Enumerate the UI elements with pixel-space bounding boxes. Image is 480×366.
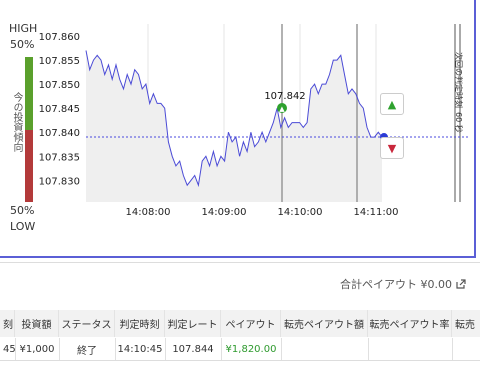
row-bottom-border xyxy=(0,360,480,361)
col-rate-header: 判定レート xyxy=(165,310,221,337)
y-tick-label: 107.855 xyxy=(39,56,80,67)
payout-summary: 合計ペイアウト ¥0.00 xyxy=(340,276,466,292)
col-resale-rate-header: 転売ペイアウト率 xyxy=(368,310,452,337)
entry-marker-arrow: ▲ xyxy=(279,105,285,113)
down-triangle-icon: ▼ xyxy=(387,141,397,155)
col-amount-header: 投資額 xyxy=(15,310,59,337)
x-tick-label: 14:08:00 xyxy=(126,207,171,218)
y-tick-label: 107.840 xyxy=(39,128,80,139)
y-tick-label: 107.845 xyxy=(39,104,80,115)
trade-table-header: 刻 投資額 ステータス 判定時刻 判定レート ペイアウト 転売ペイアウト額 転売… xyxy=(0,310,480,337)
col-time-header: 刻 xyxy=(0,310,15,337)
row-time: 45 xyxy=(3,343,16,355)
x-tick-label: 14:09:00 xyxy=(202,207,247,218)
low-trade-button[interactable]: ▼ xyxy=(380,137,404,159)
row-resale-amount xyxy=(281,338,368,360)
y-tick-label: 107.860 xyxy=(39,32,80,43)
col-expiry-header: 判定時刻 xyxy=(115,310,165,337)
y-tick-label: 107.835 xyxy=(39,152,80,163)
total-payout-text: 合計ペイアウト ¥0.00 xyxy=(340,278,452,291)
col-status-header: ステータス xyxy=(59,310,115,337)
y-tick-label: 107.830 xyxy=(39,176,80,187)
y-tick-label: 107.850 xyxy=(39,80,80,91)
price-chart: 107.860 107.855 107.850 107.845 107.840 107.8… xyxy=(39,24,470,218)
table-row[interactable]: 45 ¥1,000 終了 14:10:45 107.844 ¥1,820.00 xyxy=(0,338,480,360)
x-tick-label: 14:11:00 xyxy=(354,207,399,218)
col-resale-header: 転売 xyxy=(455,320,475,331)
col-resale-amount-header: 転売ペイアウト額 xyxy=(281,310,368,337)
row-payout: ¥1,820.00 xyxy=(225,343,277,355)
row-rate: 107.844 xyxy=(172,343,214,355)
high-trade-button[interactable]: ▲ xyxy=(380,93,404,115)
up-triangle-icon: ▲ xyxy=(387,97,397,111)
row-status: 終了 xyxy=(77,345,97,357)
divider xyxy=(0,262,480,263)
share-icon[interactable] xyxy=(456,279,466,289)
row-amount: ¥1,000 xyxy=(19,343,55,355)
col-payout-header: ペイアウト xyxy=(221,310,281,337)
row-expiry: 14:10:45 xyxy=(117,343,163,355)
x-tick-label: 14:10:00 xyxy=(278,207,323,218)
row-resale-rate xyxy=(368,338,452,360)
row-resale xyxy=(452,338,480,360)
entry-price-label: 107.842 xyxy=(264,91,305,102)
countdown-text: 次回の判定時刻60 秒 xyxy=(454,52,464,133)
